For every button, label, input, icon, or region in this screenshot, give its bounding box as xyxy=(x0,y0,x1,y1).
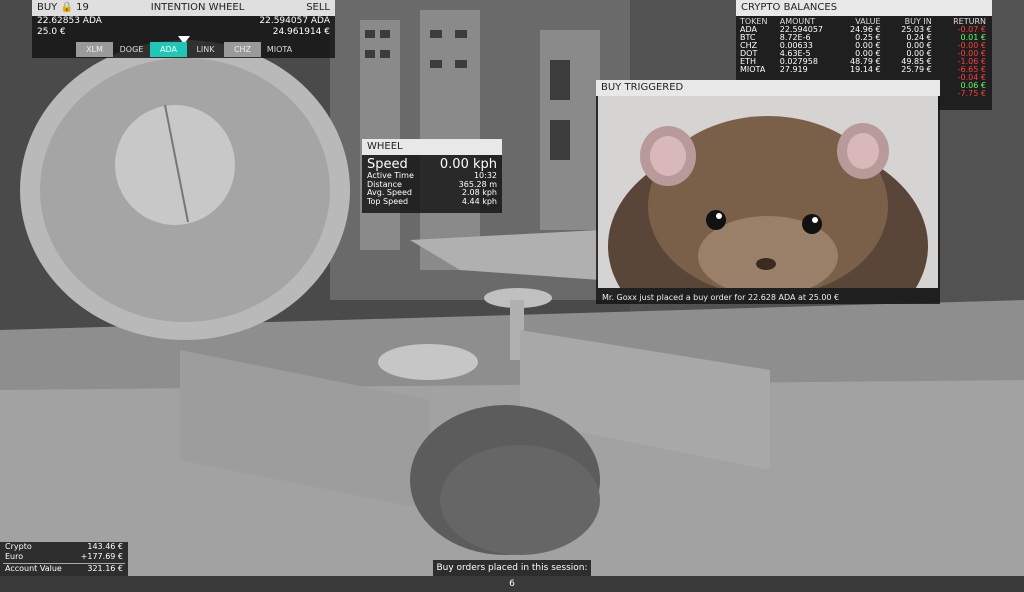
cell-buyin: 25.79 € xyxy=(901,65,932,74)
coin-miota: MIOTA xyxy=(266,45,293,54)
crypto-value: 143.46 € xyxy=(87,542,123,551)
cell-ret: -7.75 € xyxy=(957,89,986,98)
wheel-speed: Speed 0.00 kph xyxy=(367,157,497,172)
lock-count: 19 xyxy=(76,2,89,13)
cell-token: MIOTA xyxy=(740,65,766,74)
coin-link: LINK xyxy=(196,45,215,54)
buy-amount: 22.62853 ADA xyxy=(37,16,102,26)
euro-value: +177.69 € xyxy=(80,552,123,561)
hamster-face-icon xyxy=(598,96,938,288)
buy-caption: Mr. Goxx just placed a buy order for 22.… xyxy=(602,293,840,302)
cell-amount: 27.919 xyxy=(779,65,808,74)
lock-icon: 🔒 xyxy=(60,2,73,13)
sell-label: SELL xyxy=(306,2,330,13)
coin-xlm: XLM xyxy=(76,42,113,57)
coin-strip: XLM DOGE ADA LINK CHZ MIOTA xyxy=(76,42,298,57)
hamster-photo xyxy=(598,96,938,288)
euro-label: Euro xyxy=(5,552,24,561)
wheel-stat: Top Speed 4.44 kph xyxy=(367,196,497,206)
account-value: 321.16 € xyxy=(87,564,123,573)
cell-value: 19.14 € xyxy=(850,65,881,74)
session-orders: Buy orders placed in this session: 6 xyxy=(433,560,591,589)
balances-title: CRYPTO BALANCES xyxy=(736,0,992,16)
buy-triggered-panel: BUY TRIGGERED Mr. Goxx just placed a buy… xyxy=(596,80,940,304)
intention-header: BUY 🔒 19 INTENTION WHEEL SELL xyxy=(32,0,335,16)
account-panel: Crypto 143.46 € Euro +177.69 € Account Val… xyxy=(0,542,128,576)
sell-amount: 22.594057 ADA xyxy=(259,16,330,26)
wheel-panel: WHEEL Speed 0.00 kph Active Time 10:32 Di… xyxy=(362,139,502,213)
coin-chz: CHZ xyxy=(224,42,261,57)
crypto-label: Crypto xyxy=(5,542,32,551)
buy-price: 25.0 € xyxy=(37,27,66,37)
intention-wheel-panel: BUY 🔒 19 INTENTION WHEEL SELL 22.62853 A… xyxy=(32,0,335,58)
buy-label: BUY xyxy=(37,2,58,13)
buy-triggered-title: BUY TRIGGERED xyxy=(596,80,940,96)
sell-value: 24.961914 € xyxy=(272,27,330,37)
coin-doge: DOGE xyxy=(119,45,144,54)
intention-title: INTENTION WHEEL xyxy=(150,2,245,13)
coin-ada: ADA xyxy=(150,42,187,57)
table-row: MIOTA 27.919 19.14 €25.79 € -6.65 € xyxy=(736,66,992,74)
account-value-label: Account Value xyxy=(5,564,62,573)
wheel-title: WHEEL xyxy=(362,139,502,155)
